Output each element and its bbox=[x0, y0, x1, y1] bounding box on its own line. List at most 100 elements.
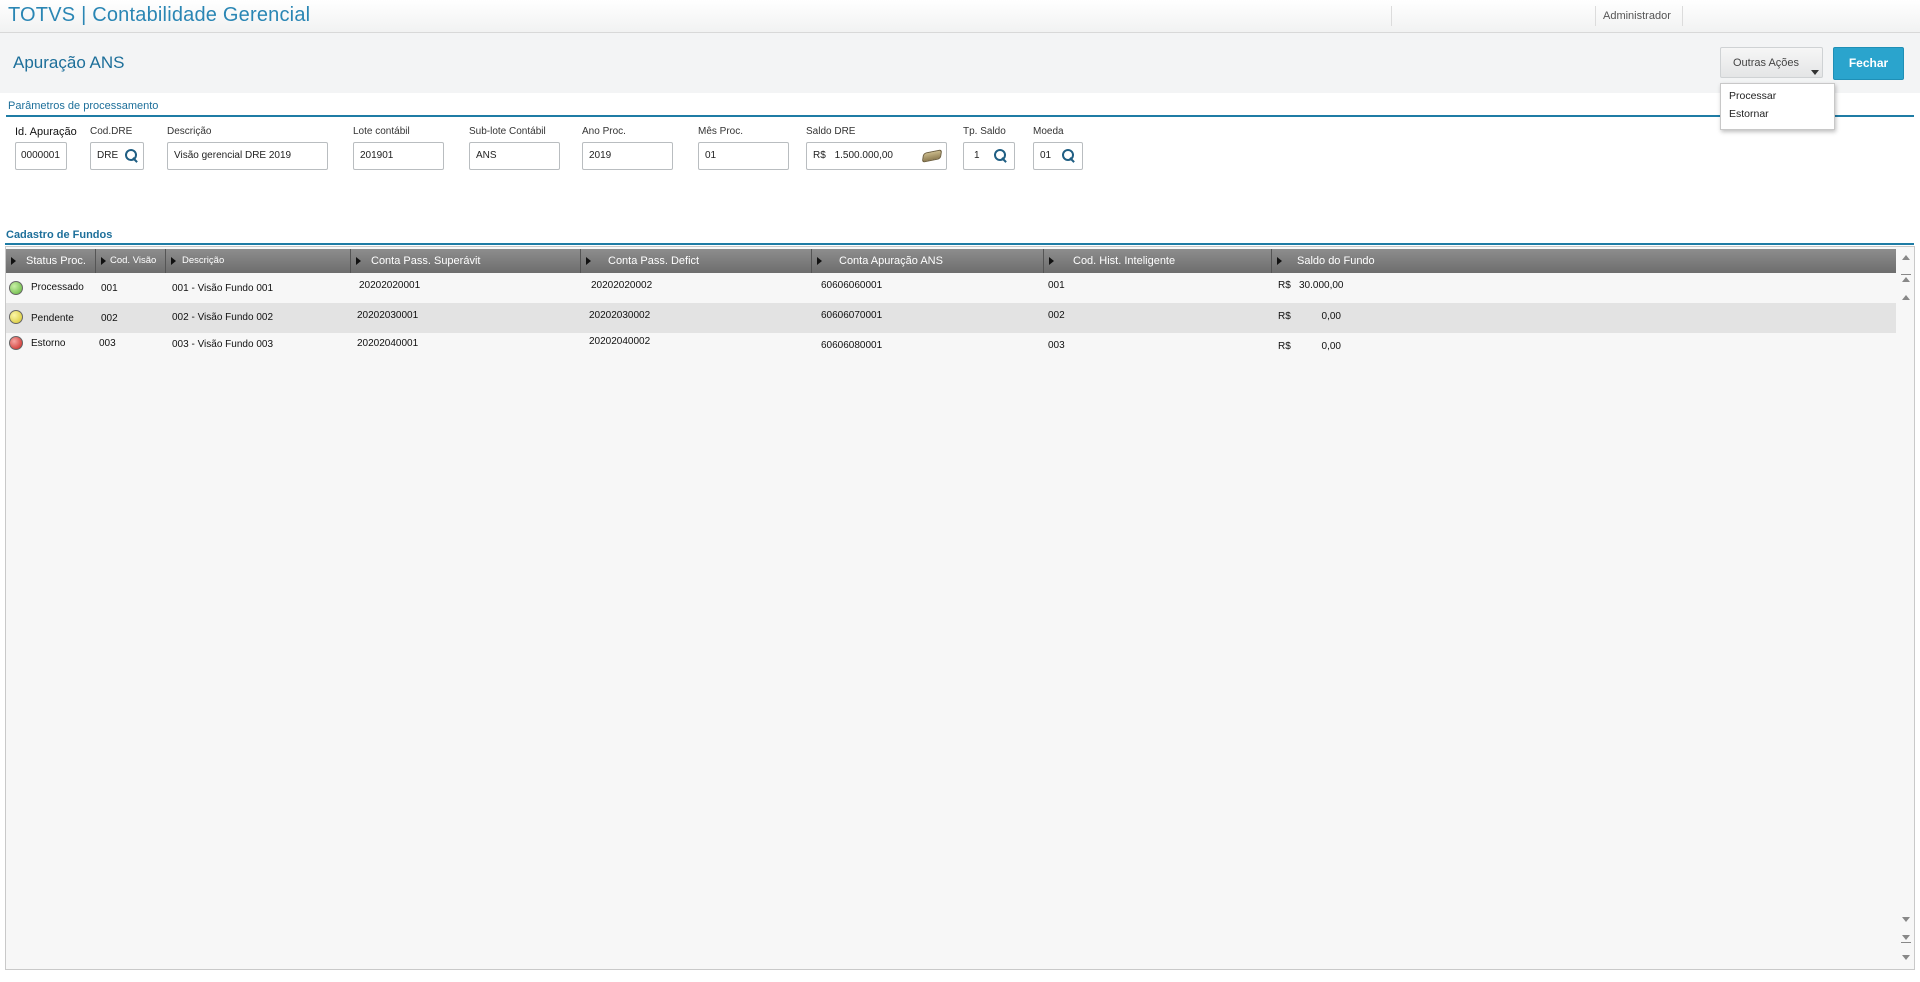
scroll-bottom-icon[interactable] bbox=[1902, 935, 1910, 940]
status-green-icon bbox=[9, 281, 23, 295]
field-label: Mês Proc. bbox=[698, 126, 744, 137]
search-icon[interactable] bbox=[125, 149, 139, 163]
column-header-conta-deficit[interactable]: Conta Pass. Defict bbox=[581, 249, 812, 273]
field-label: Moeda bbox=[1033, 126, 1064, 137]
sort-arrow-icon bbox=[171, 257, 176, 265]
cell-status: Processado bbox=[31, 282, 84, 293]
scroll-page-down-icon[interactable] bbox=[1902, 917, 1910, 922]
field-label: Ano Proc. bbox=[582, 126, 626, 137]
cod-dre-value: DRE bbox=[97, 150, 119, 161]
section-divider bbox=[5, 243, 1914, 245]
cell-conta-deficit: 20202030002 bbox=[589, 310, 651, 321]
cell-status: Estorno bbox=[31, 338, 66, 349]
outras-acoes-button[interactable]: Outras Ações bbox=[1720, 47, 1823, 78]
column-header-conta-superavit[interactable]: Conta Pass. Superávit bbox=[351, 249, 581, 273]
cell-cod-hist: 001 bbox=[1048, 280, 1065, 291]
moeda-value: 01 bbox=[1040, 150, 1052, 161]
sort-arrow-icon bbox=[817, 257, 822, 265]
column-header-saldo-fundo[interactable]: Saldo do Fundo bbox=[1272, 249, 1896, 273]
calculator-icon[interactable] bbox=[921, 149, 943, 163]
cell-currency: R$ bbox=[1278, 280, 1291, 291]
cell-status: Pendente bbox=[31, 313, 74, 324]
sort-arrow-icon bbox=[1277, 257, 1282, 265]
moeda-input[interactable]: 01 bbox=[1033, 142, 1083, 170]
scroll-page-up-icon[interactable] bbox=[1902, 295, 1910, 300]
search-icon[interactable] bbox=[994, 149, 1008, 163]
cell-conta-superavit: 20202020001 bbox=[359, 280, 421, 291]
page-header: Apuração ANS Outras Ações Fechar bbox=[0, 33, 1920, 93]
separator bbox=[1391, 6, 1392, 26]
scroll-top-icon bbox=[1901, 274, 1911, 275]
fundos-grid: Status Proc. Cod. Visão Descrição Conta … bbox=[5, 246, 1915, 970]
search-icon[interactable] bbox=[1062, 149, 1076, 163]
menu-item-estornar[interactable]: Estornar bbox=[1729, 108, 1769, 120]
cell-saldo-fundo: 30.000,00 bbox=[1299, 280, 1344, 291]
sublote-input[interactable]: ANS bbox=[469, 142, 560, 170]
app-title: TOTVS | Contabilidade Gerencial bbox=[8, 4, 311, 26]
outras-acoes-label: Outras Ações bbox=[1733, 57, 1800, 69]
scroll-bottom-icon bbox=[1901, 942, 1911, 943]
menu-item-processar[interactable]: Processar bbox=[1729, 90, 1776, 102]
cell-conta-deficit: 20202020002 bbox=[591, 280, 653, 291]
cell-conta-apuracao: 60606070001 bbox=[821, 310, 883, 321]
cell-descricao: 002 - Visão Fundo 002 bbox=[172, 312, 274, 323]
cell-conta-deficit: 20202040002 bbox=[589, 336, 651, 347]
descricao-input[interactable]: Visão gerencial DRE 2019 bbox=[167, 142, 328, 170]
separator bbox=[1595, 6, 1596, 26]
column-header-descricao[interactable]: Descrição bbox=[166, 249, 351, 273]
cell-cod-visao: 001 bbox=[101, 283, 118, 294]
cell-cod-hist: 003 bbox=[1048, 340, 1065, 351]
fundos-section-title: Cadastro de Fundos bbox=[6, 229, 113, 241]
tp-saldo-value: 1 bbox=[974, 150, 980, 161]
user-name[interactable]: Administrador bbox=[1603, 10, 1671, 22]
lote-input[interactable]: 201901 bbox=[353, 142, 444, 170]
scroll-up-icon[interactable] bbox=[1902, 255, 1910, 260]
column-header-status[interactable]: Status Proc. bbox=[6, 249, 96, 273]
scroll-top-icon[interactable] bbox=[1902, 277, 1910, 282]
mes-input[interactable]: 01 bbox=[698, 142, 789, 170]
grid-header: Status Proc. Cod. Visão Descrição Conta … bbox=[6, 249, 1896, 273]
cell-cod-visao: 002 bbox=[101, 313, 118, 324]
page-title: Apuração ANS bbox=[13, 53, 125, 72]
cell-currency: R$ bbox=[1278, 341, 1291, 352]
cell-cod-hist: 002 bbox=[1048, 310, 1065, 321]
tp-saldo-input[interactable]: 1 bbox=[963, 142, 1015, 170]
section-divider bbox=[6, 115, 1914, 117]
cell-conta-superavit: 20202040001 bbox=[357, 338, 419, 349]
field-label: Descrição bbox=[167, 126, 212, 137]
sort-arrow-icon bbox=[586, 257, 591, 265]
sort-arrow-icon bbox=[101, 257, 106, 265]
field-label: Saldo DRE bbox=[806, 126, 856, 137]
field-label: Cod.DRE bbox=[90, 126, 133, 137]
cell-conta-superavit: 20202030001 bbox=[357, 310, 419, 321]
field-label: Sub-lote Contábil bbox=[469, 126, 546, 137]
sort-arrow-icon bbox=[356, 257, 361, 265]
vertical-scrollbar[interactable] bbox=[1898, 247, 1914, 969]
cell-conta-apuracao: 60606080001 bbox=[821, 340, 883, 351]
status-yellow-icon bbox=[9, 310, 23, 324]
sort-arrow-icon bbox=[11, 257, 16, 265]
column-header-cod-hist[interactable]: Cod. Hist. Inteligente bbox=[1044, 249, 1272, 273]
scroll-down-icon[interactable] bbox=[1902, 955, 1910, 960]
sort-arrow-icon bbox=[1049, 257, 1054, 265]
table-row[interactable]: Pendente 002 002 - Visão Fundo 002 20202… bbox=[6, 303, 1896, 333]
table-row[interactable]: Estorno 003 003 - Visão Fundo 003 202020… bbox=[6, 333, 1896, 363]
chevron-down-icon bbox=[1811, 70, 1819, 75]
outras-acoes-menu: Processar Estornar bbox=[1720, 83, 1835, 130]
params-section-title: Parâmetros de processamento bbox=[8, 100, 159, 112]
cell-descricao: 001 - Visão Fundo 001 bbox=[172, 283, 274, 294]
separator bbox=[1682, 6, 1683, 26]
cell-saldo-fundo: 0,00 bbox=[1321, 311, 1341, 322]
table-row[interactable]: Processado 001 001 - Visão Fundo 001 202… bbox=[6, 273, 1896, 303]
field-label: Id. Apuração bbox=[15, 126, 77, 138]
field-label: Lote contábil bbox=[353, 126, 410, 137]
column-header-conta-apuracao[interactable]: Conta Apuração ANS bbox=[812, 249, 1044, 273]
saldo-dre-input[interactable]: R$ 1.500.000,00 bbox=[806, 142, 947, 170]
cell-saldo-fundo: 0,00 bbox=[1321, 341, 1341, 352]
id-apuracao-input[interactable]: 0000001 bbox=[15, 142, 67, 170]
cod-dre-input[interactable]: DRE bbox=[90, 142, 144, 170]
column-header-cod-visao[interactable]: Cod. Visão bbox=[96, 249, 166, 273]
fechar-button[interactable]: Fechar bbox=[1833, 47, 1904, 80]
top-bar: TOTVS | Contabilidade Gerencial Administ… bbox=[0, 0, 1920, 33]
ano-input[interactable]: 2019 bbox=[582, 142, 673, 170]
